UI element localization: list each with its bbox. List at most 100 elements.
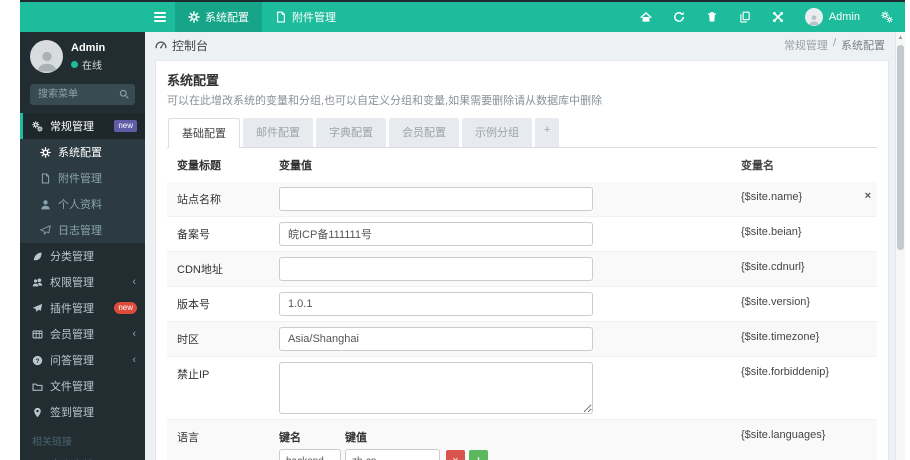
home-icon[interactable] — [640, 11, 652, 23]
remove-variable-icon[interactable]: × — [865, 191, 871, 202]
sidebar-item-label: 文件管理 — [50, 381, 94, 393]
sidebar-menu: 常规管理 new 系统配置 附件管理 个人资料 日志管理 分类管理 权限管理 ‹… — [20, 113, 145, 425]
cogs-icon — [32, 121, 43, 132]
variable-name: {$site.name} — [741, 191, 803, 203]
table-row: 站点名称 {$site.name} × — [167, 182, 877, 217]
cogs-icon[interactable] — [881, 11, 893, 23]
config-label: 版本号 — [177, 299, 210, 311]
config-label: 站点名称 — [177, 194, 221, 206]
sidebar-item-label: 日志管理 — [58, 225, 102, 237]
sidebar-user-name: Admin — [71, 41, 106, 54]
close-tabs-icon[interactable] — [772, 11, 784, 23]
kv-drag-button[interactable] — [469, 450, 488, 460]
user-menu[interactable]: Admin — [804, 8, 860, 26]
sidebar-item-logs[interactable]: 日志管理 — [20, 217, 145, 243]
config-group-tabs: 基础配置 邮件配置 字典配置 会员配置 示例分组 + — [167, 118, 877, 148]
plane-icon — [40, 225, 51, 236]
tab-basic[interactable]: 基础配置 — [168, 118, 240, 148]
scrollbar[interactable]: ▲ — [895, 32, 905, 460]
sidebar-item-files[interactable]: 文件管理 — [20, 373, 145, 399]
tab-email[interactable]: 邮件配置 — [243, 118, 313, 147]
table-icon — [32, 329, 43, 340]
kv-value-header: 键值 — [345, 432, 367, 444]
tab-dictionary[interactable]: 字典配置 — [316, 118, 386, 147]
column-header: 变量值 — [279, 160, 312, 172]
sidebar-item-signin[interactable]: 签到管理 — [20, 399, 145, 425]
trash-icon[interactable] — [706, 11, 718, 23]
breadcrumb-parent[interactable]: 常规管理 — [784, 37, 828, 53]
sidebar-item-member[interactable]: 会员管理 ‹ — [20, 321, 145, 347]
sidebar-item-auth[interactable]: 权限管理 ‹ — [20, 269, 145, 295]
breadcrumb-separator: / — [832, 37, 836, 49]
topbar-tab-system-config[interactable]: 系统配置 — [175, 2, 262, 32]
column-header: 变量名 — [741, 160, 774, 172]
kv-value-input[interactable] — [345, 449, 440, 460]
topbar-tab-attachment[interactable]: 附件管理 — [262, 2, 349, 32]
close-icon: × — [452, 455, 458, 460]
tab-example[interactable]: 示例分组 — [462, 118, 532, 147]
tab-user[interactable]: 会员配置 — [389, 118, 459, 147]
config-input-version[interactable] — [279, 292, 593, 316]
sidebar-item-label: 会员管理 — [50, 329, 94, 341]
sidebar-item-qa[interactable]: 问答管理 ‹ — [20, 347, 145, 373]
table-row: 禁止IP {$site.forbiddenip} — [167, 357, 877, 420]
kv-remove-button[interactable]: × — [446, 450, 465, 460]
top-navbar: 系统配置 附件管理 Admin — [20, 2, 905, 32]
chevron-left-icon: ‹ — [132, 354, 136, 366]
config-input-beian[interactable] — [279, 222, 593, 246]
new-badge: new — [114, 120, 137, 132]
variable-name: {$site.languages} — [741, 429, 826, 441]
sidebar-item-label: 插件管理 — [50, 303, 94, 315]
variable-name: {$site.version} — [741, 296, 811, 308]
config-textarea-forbiddenip[interactable] — [279, 362, 593, 414]
user-name: Admin — [828, 11, 860, 23]
sidebar-item-label: 分类管理 — [50, 251, 94, 263]
kv-key-input[interactable] — [279, 449, 341, 460]
chevron-left-icon: ‹ — [132, 328, 136, 340]
sidebar-section-label: 相关链接 — [32, 437, 72, 448]
config-input-site-name[interactable] — [279, 187, 593, 211]
user-icon — [35, 49, 59, 73]
copy-icon[interactable] — [739, 11, 751, 23]
breadcrumb-home[interactable]: 控制台 — [172, 37, 208, 54]
sidebar-item-profile[interactable]: 个人资料 — [20, 191, 145, 217]
variable-name: {$site.timezone} — [741, 331, 820, 343]
refresh-icon[interactable] — [673, 11, 685, 23]
online-status: 在线 — [82, 60, 102, 72]
sidebar-item-addon[interactable]: 插件管理 new — [20, 295, 145, 321]
breadcrumb: 控制台 常规管理 / 系统配置 — [145, 32, 905, 58]
sidebar-item-system-config[interactable]: 系统配置 — [20, 139, 145, 165]
config-label: 禁止IP — [177, 369, 210, 381]
topbar-tab-label: 附件管理 — [292, 12, 336, 24]
user-icon — [40, 199, 51, 210]
avatar — [30, 40, 63, 73]
gear-icon — [40, 147, 51, 158]
arrows-icon — [474, 457, 483, 460]
sidebar-link-docs[interactable]: 官方文档 — [20, 452, 145, 460]
scroll-up-icon[interactable]: ▲ — [896, 32, 905, 44]
variable-name: {$site.beian} — [741, 226, 802, 238]
sidebar-item-category[interactable]: 分类管理 — [20, 243, 145, 269]
sidebar-item-label: 签到管理 — [50, 407, 94, 419]
sidebar: Admin 在线 常规管理 new 系统配置 — [20, 32, 145, 460]
sidebar-toggle-button[interactable] — [145, 2, 175, 32]
config-label: 备案号 — [177, 229, 210, 241]
config-input-cdnurl[interactable] — [279, 257, 593, 281]
sidebar-item-label: 权限管理 — [50, 277, 94, 289]
sidebar-item-general[interactable]: 常规管理 new — [20, 113, 145, 139]
gear-icon — [188, 11, 200, 23]
config-table: 变量标题 变量值 变量名 站点名称 {$site.name} × 备案号 {$s… — [167, 148, 877, 460]
main-content: 控制台 常规管理 / 系统配置 系统配置 可以在此增改系统的变量和分组,也可以自… — [145, 32, 905, 460]
question-icon — [32, 355, 43, 366]
sidebar-item-attachment[interactable]: 附件管理 — [20, 165, 145, 191]
config-input-timezone[interactable] — [279, 327, 593, 351]
add-group-tab[interactable]: + — [535, 118, 560, 147]
table-row: CDN地址 {$site.cdnurl} — [167, 252, 877, 287]
folder-icon — [32, 381, 43, 392]
variable-name: {$site.forbiddenip} — [741, 366, 830, 378]
column-header: 变量标题 — [177, 160, 221, 172]
table-row: 备案号 {$site.beian} — [167, 217, 877, 252]
file-icon — [275, 11, 287, 23]
scrollbar-thumb[interactable] — [897, 45, 904, 250]
config-label: CDN地址 — [177, 264, 223, 276]
